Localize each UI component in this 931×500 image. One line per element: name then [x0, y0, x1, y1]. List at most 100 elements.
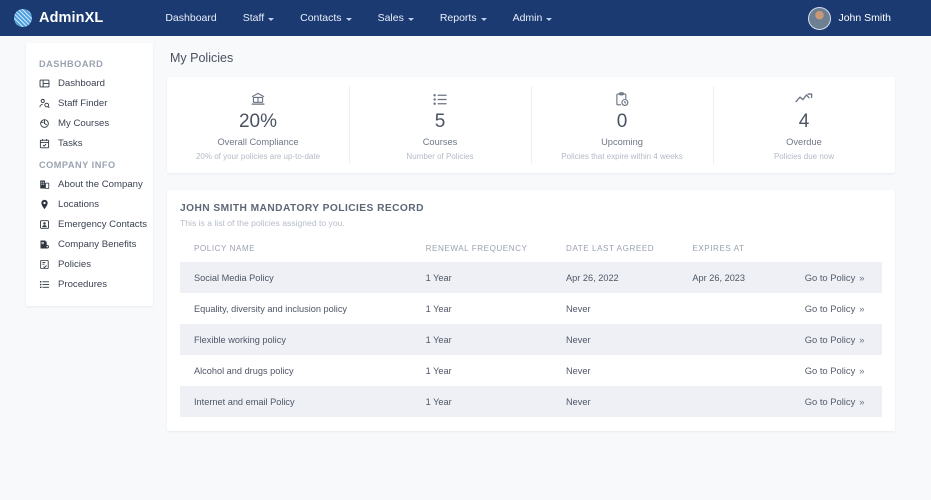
column-header	[791, 244, 882, 262]
cell-frequency: 1 Year	[425, 365, 452, 376]
nav-item-staff[interactable]: Staff	[230, 12, 287, 24]
stat-sublabel: Policies that expire within 4 weeks	[561, 151, 683, 161]
courses-badge-icon	[39, 118, 50, 129]
nav-item-reports[interactable]: Reports	[427, 12, 500, 24]
nav-item-label: Admin	[512, 12, 543, 24]
stat-value: 5	[434, 111, 446, 133]
nav-item-label: Reports	[439, 12, 477, 24]
sidebar-group-title: DASHBOARD	[39, 59, 104, 69]
nav-item-dashboard[interactable]: Dashboard	[152, 12, 229, 24]
stat-card-overdue: 4 Overdue Policies due now	[713, 77, 895, 173]
sidebar-item-policies[interactable]: Policies	[26, 254, 153, 274]
sidebar-item-company-benefits[interactable]: Company Benefits	[26, 234, 153, 254]
person-search-icon	[39, 98, 50, 109]
chevron-down-icon	[268, 17, 275, 21]
go-to-policy-link[interactable]: Go to Policy»	[805, 272, 865, 283]
sidebar-item-label: Emergency Contacts	[58, 218, 148, 230]
page-shell: DASHBOARD Dashboard Staff Finder My Courses…	[0, 36, 931, 431]
map-pin-icon	[39, 199, 50, 210]
cell-last-agreed: Never	[566, 365, 591, 376]
emergency-contact-icon	[39, 219, 50, 230]
stat-card-upcoming: 0 Upcoming Policies that expire within 4 w…	[531, 77, 713, 173]
table-body: Social Media Policy 1 Year Apr 26, 2022 Apr…	[180, 262, 882, 417]
sidebar-item-label: Procedures	[58, 278, 108, 290]
sidebar-item-procedures[interactable]: Procedures	[26, 274, 153, 294]
user-name-label: John Smith	[838, 12, 891, 24]
go-to-policy-label: Go to Policy	[804, 303, 856, 314]
go-to-policy-link[interactable]: Go to Policy»	[805, 396, 865, 407]
nav-item-contacts[interactable]: Contacts	[287, 12, 364, 24]
nav-item-sales[interactable]: Sales	[365, 12, 427, 24]
sidebar-item-dashboard[interactable]: Dashboard	[26, 73, 153, 93]
table-row: Social Media Policy 1 Year Apr 26, 2022 Apr…	[180, 262, 882, 293]
brand-logo[interactable]: AdminXL	[14, 9, 103, 27]
sidebar-group-title: COMPANY INFO	[39, 160, 116, 170]
table-header-row: POLICY NAME RENEWAL FREQUENCY DATE LAST AG…	[180, 244, 882, 262]
cell-name: Social Media Policy	[194, 272, 274, 283]
chevron-down-icon	[480, 17, 487, 21]
cell-frequency: 1 Year	[425, 303, 452, 314]
go-to-policy-link[interactable]: Go to Policy»	[805, 303, 865, 314]
double-chevron-right-icon: »	[859, 396, 865, 407]
double-chevron-right-icon: »	[859, 365, 865, 376]
sidebar-item-label: Company Benefits	[58, 238, 137, 250]
cell-action: Go to Policy»	[791, 324, 882, 355]
cell-expires-at	[678, 386, 790, 417]
calendar-check-icon	[39, 138, 50, 149]
cell-action: Go to Policy»	[791, 293, 882, 324]
sidebar-item-tasks[interactable]: Tasks	[26, 133, 153, 153]
sidebar-item-label: Staff Finder	[58, 97, 108, 109]
sidebar-item-label: Policies	[58, 258, 92, 270]
benefits-doc-icon	[39, 239, 50, 250]
sidebar-item-about-the-company[interactable]: About the Company	[26, 174, 153, 194]
policy-doc-icon	[39, 259, 50, 270]
go-to-policy-label: Go to Policy	[804, 334, 856, 345]
user-avatar	[808, 6, 832, 30]
cell-action: Go to Policy»	[791, 262, 882, 293]
cell-name: Equality, diversity and inclusion policy	[194, 303, 348, 314]
go-to-policy-label: Go to Policy	[804, 365, 856, 376]
table-row: Flexible working policy 1 Year Never Go to …	[180, 324, 882, 355]
stat-value: 0	[616, 111, 628, 133]
column-header: RENEWAL FREQUENCY	[425, 244, 528, 253]
nav-item-label: Sales	[377, 12, 404, 24]
stat-label: Overdue	[786, 136, 822, 147]
bank-briefcase-icon	[250, 91, 266, 107]
go-to-policy-link[interactable]: Go to Policy»	[805, 365, 865, 376]
top-navigation-bar: AdminXL Dashboard Staff Contacts Sales Repor…	[0, 0, 931, 36]
stat-sublabel: 20% of your policies are up-to-date	[195, 151, 321, 161]
sidebar-item-my-courses[interactable]: My Courses	[26, 113, 153, 133]
go-to-policy-label: Go to Policy	[804, 396, 856, 407]
policies-table: POLICY NAME RENEWAL FREQUENCY DATE LAST AG…	[180, 244, 882, 417]
policies-panel: JOHN SMITH MANDATORY POLICIES RECORD Thi…	[167, 190, 895, 431]
cell-name: Flexible working policy	[194, 334, 286, 345]
circle-hatch-logo-icon	[14, 9, 32, 27]
cell-name: Internet and email Policy	[194, 396, 295, 407]
sidebar-item-label: Locations	[58, 198, 100, 210]
stats-card-row: 20% Overall Compliance 20% of your policie…	[167, 77, 895, 173]
cell-frequency: 1 Year	[425, 396, 452, 407]
cell-name: Alcohol and drugs policy	[194, 365, 294, 376]
trend-line-icon	[795, 91, 813, 107]
chevron-down-icon	[546, 17, 553, 21]
cell-last-agreed: Apr 26, 2022	[566, 272, 619, 283]
cell-frequency: 1 Year	[425, 272, 452, 283]
building-info-icon	[39, 179, 50, 190]
go-to-policy-label: Go to Policy	[804, 272, 856, 283]
nav-item-label: Contacts	[300, 12, 342, 24]
stat-label: Overall Compliance	[217, 136, 299, 147]
user-menu[interactable]: John Smith	[808, 0, 891, 36]
sidebar-item-label: Dashboard	[58, 77, 105, 89]
cell-expires-at	[678, 355, 790, 386]
sidebar-item-staff-finder[interactable]: Staff Finder	[26, 93, 153, 113]
stat-value: 4	[798, 111, 810, 133]
table-row: Equality, diversity and inclusion policy…	[180, 293, 882, 324]
nav-item-admin[interactable]: Admin	[500, 12, 566, 24]
sidebar-item-emergency-contacts[interactable]: Emergency Contacts	[26, 214, 153, 234]
stat-label: Upcoming	[601, 136, 643, 147]
cell-frequency: 1 Year	[425, 334, 452, 345]
nav-item-label: Staff	[242, 12, 265, 24]
go-to-policy-link[interactable]: Go to Policy»	[805, 334, 865, 345]
sidebar-item-locations[interactable]: Locations	[26, 194, 153, 214]
cell-expires-at: Apr 26, 2023	[692, 272, 746, 283]
